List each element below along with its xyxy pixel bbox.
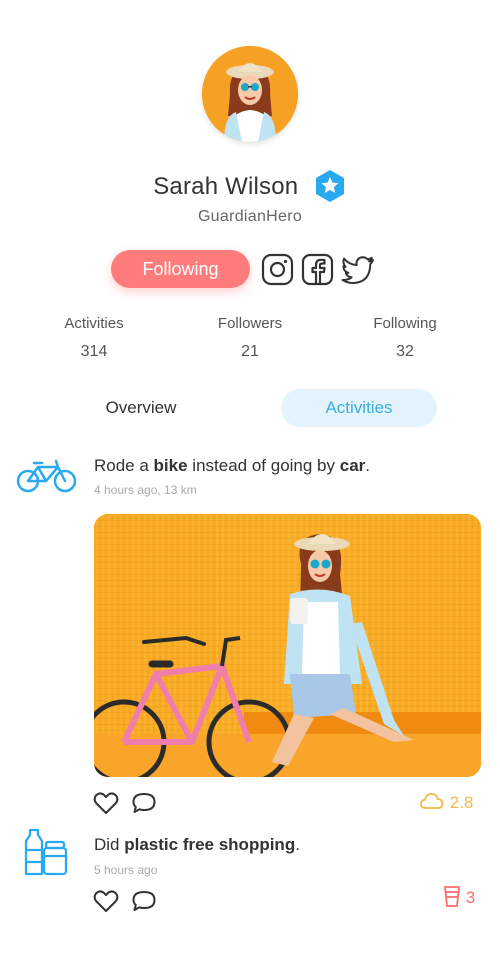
following-button[interactable]: Following xyxy=(111,250,250,288)
activity-photo-image xyxy=(94,514,481,777)
twitter-icon[interactable] xyxy=(340,253,376,286)
comment-bubble-icon[interactable] xyxy=(131,791,157,815)
activity-photo[interactable] xyxy=(94,514,481,777)
activity-2-impact-value: 3 xyxy=(465,888,476,907)
profile-username: GuardianHero xyxy=(197,208,303,225)
verified-badge-icon xyxy=(313,169,347,203)
avatar-image xyxy=(202,46,298,142)
activity-1-meta: 4 hours ago, 13 km xyxy=(94,483,197,497)
activity-2-impact: 3 xyxy=(443,884,475,908)
cloud-icon xyxy=(420,793,444,809)
tab-overview[interactable]: Overview xyxy=(63,389,219,427)
bike-icon xyxy=(16,458,78,499)
activity-2-meta: 5 hours ago xyxy=(94,863,158,877)
stat-followers-label[interactable]: Followers xyxy=(190,315,310,332)
avatar[interactable] xyxy=(202,46,298,142)
profile-name-row: Sarah Wilson xyxy=(0,170,500,204)
like-heart-icon[interactable] xyxy=(93,791,119,815)
activity-1-impact: 2.8 xyxy=(419,791,473,813)
stat-followers-value[interactable]: 21 xyxy=(190,343,310,361)
tab-activities[interactable]: Activities xyxy=(281,389,437,427)
stat-following-value[interactable]: 32 xyxy=(345,343,465,361)
stat-activities-label: Activities xyxy=(64,315,124,332)
comment-bubble-icon[interactable] xyxy=(131,889,157,913)
cup-icon xyxy=(444,886,460,907)
stat-following-label[interactable]: Following xyxy=(345,315,465,332)
facebook-icon[interactable] xyxy=(301,253,334,286)
bottles-icon xyxy=(22,828,70,883)
activity-1-impact-value: 2.8 xyxy=(449,793,474,812)
activity-2-text: Did plastic free shopping. xyxy=(94,835,300,854)
activity-1-text: Rode a bike instead of going by car. xyxy=(94,456,371,475)
like-heart-icon[interactable] xyxy=(93,889,119,913)
instagram-icon[interactable] xyxy=(261,253,294,286)
profile-name: Sarah Wilson xyxy=(153,173,299,200)
stat-activities-value: 314 xyxy=(80,343,108,360)
